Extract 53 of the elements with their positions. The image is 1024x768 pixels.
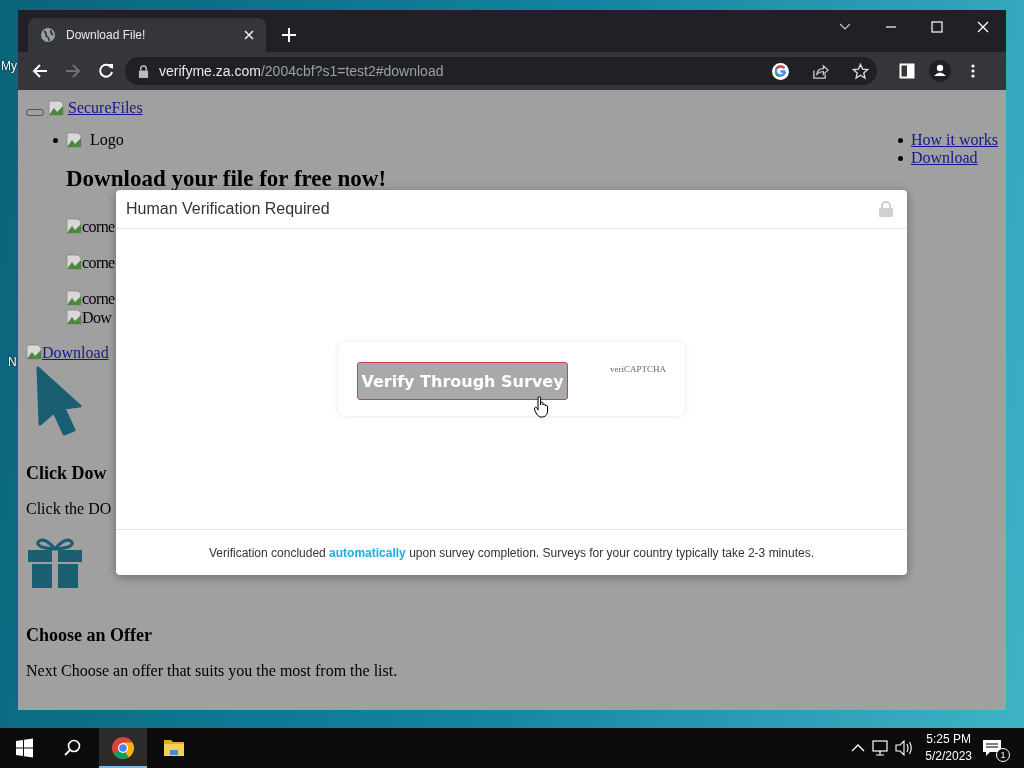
download-link[interactable]: Download: [42, 344, 109, 361]
bullet-icon: [897, 155, 903, 161]
nav-link[interactable]: How it works: [910, 131, 998, 149]
clock-date: 5/2/2023: [925, 748, 972, 765]
bookmark-star-icon[interactable]: [852, 62, 869, 80]
new-tab-icon[interactable]: [282, 28, 296, 42]
nav-link[interactable]: Download: [910, 149, 978, 167]
dialog-footer-text: Verification concluded automatically upon survey completion. Surveys for your country typically take 2-3 minutes.: [209, 545, 814, 560]
address-bar[interactable]: verifyme.za.com/2004cbf?s1=test2#download: [125, 57, 877, 85]
back-icon[interactable]: [32, 63, 48, 79]
profile-icon[interactable]: [929, 60, 951, 82]
close-tab-icon[interactable]: [244, 30, 254, 40]
chrome-icon[interactable]: [99, 728, 147, 768]
toggle-button[interactable]: [26, 108, 44, 116]
step-text: Click the DO: [26, 500, 113, 519]
message-icon: [982, 739, 1002, 757]
step-title: Choose an Offer: [26, 624, 153, 646]
bullet-icon: [53, 137, 58, 143]
broken-image-icon: [66, 132, 82, 148]
desktop-icon-label[interactable]: My: [1, 59, 17, 73]
image-alt-text: corne: [82, 290, 115, 307]
dialog-title: Human Verification Required: [126, 200, 330, 218]
broken-image-icon: [66, 309, 82, 325]
bullet-icon: [897, 137, 903, 143]
image-alt-text: corne: [82, 254, 115, 271]
image-alt-text: Logo: [90, 131, 124, 149]
broken-image-icon: [66, 254, 82, 270]
clock-time: 5:25 PM: [926, 731, 971, 748]
page-heading: Download your file for free now!: [66, 165, 388, 193]
lock-icon: [879, 201, 893, 217]
hand-cursor-icon: [534, 396, 548, 418]
share-icon[interactable]: [812, 62, 829, 80]
broken-image-icon: [66, 290, 82, 306]
reload-icon[interactable]: [98, 63, 114, 79]
captcha-brand: veriCAPTCHA: [610, 364, 666, 374]
google-icon[interactable]: [772, 62, 789, 80]
brand-link[interactable]: SecureFiles: [68, 99, 143, 117]
image-alt-text: Dow: [82, 309, 112, 326]
lock-icon: [138, 64, 149, 78]
step-text: Next Choose an offer that suits you the most from the list.: [26, 662, 399, 682]
broken-image-icon: [66, 218, 82, 234]
step-title: Click Dow: [26, 462, 108, 484]
desktop-icon-label[interactable]: N: [8, 355, 17, 369]
broken-image-icon: [48, 100, 64, 116]
notification-count: 1: [996, 748, 1010, 762]
cursor-arrow-icon: [36, 366, 82, 436]
side-panel-icon[interactable]: [899, 63, 915, 79]
browser-tab[interactable]: Download File!: [28, 18, 266, 52]
gift-icon: [26, 536, 84, 588]
clock[interactable]: 5:25 PM 5/2/2023: [925, 731, 972, 765]
image-alt-text: corne: [82, 218, 115, 235]
globe-icon: [40, 27, 56, 43]
broken-image-icon: [26, 344, 42, 360]
